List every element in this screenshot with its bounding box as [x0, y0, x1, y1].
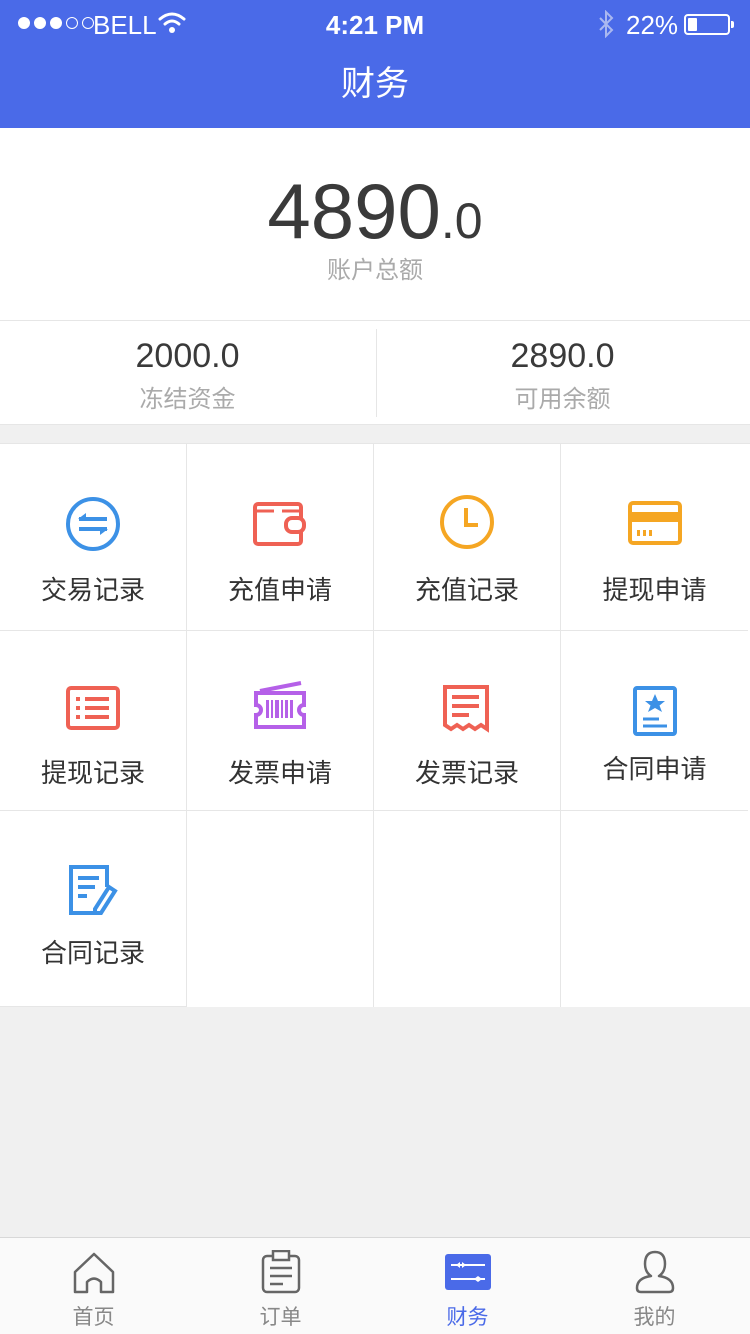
menu-item-contract-application[interactable]: 合同申请 [561, 631, 748, 811]
frozen-funds: 2000.0 冻结资金 [0, 321, 375, 425]
exchange-icon [66, 497, 120, 551]
account-total-amount: 4890.0 [0, 166, 750, 257]
bluetooth-icon [599, 10, 614, 38]
tab-label: 财务 [446, 1305, 489, 1329]
list-icon [66, 686, 120, 730]
balance-breakdown: 2000.0 冻结资金 2890.0 可用余额 [0, 320, 750, 425]
available-balance: 2890.0 可用余额 [375, 321, 750, 425]
card-icon [627, 501, 682, 545]
app-header: BELL 4:21 PM 22% 财务 [0, 0, 750, 128]
contract-star-icon [632, 686, 677, 736]
account-total-integer: 4890 [267, 167, 441, 255]
menu-item-label: 提现申请 [602, 576, 707, 606]
user-icon [635, 1250, 674, 1294]
tab-home[interactable]: 首页 [0, 1238, 187, 1334]
account-total-decimal: .0 [440, 193, 483, 249]
finance-icon [444, 1254, 491, 1290]
receipt-icon [443, 685, 489, 733]
menu-item-label: 发票申请 [227, 759, 332, 789]
menu-item-transaction-records[interactable]: 交易记录 [0, 444, 187, 631]
available-balance-label: 可用余额 [514, 385, 611, 413]
status-bar: BELL 4:21 PM 22% [0, 0, 750, 48]
clipboard-icon [261, 1250, 300, 1294]
tab-orders[interactable]: 订单 [187, 1238, 374, 1334]
page-title: 财务 [341, 64, 409, 104]
menu-item-label: 发票记录 [414, 759, 519, 789]
menu-item-withdraw-records[interactable]: 提现记录 [0, 631, 187, 811]
account-total-label: 账户总额 [327, 256, 423, 284]
tab-label: 首页 [72, 1305, 115, 1329]
account-total-panel: 4890.0 账户总额 [0, 128, 750, 320]
tab-label: 我的 [633, 1305, 676, 1329]
menu-item-label: 交易记录 [40, 576, 145, 606]
battery-percent: 22% [626, 10, 679, 40]
frozen-funds-value: 2000.0 [135, 337, 240, 375]
ticket-icon [254, 681, 306, 729]
menu-empty-cell [187, 811, 374, 1007]
tab-finance[interactable]: 财务 [374, 1238, 561, 1334]
available-balance-value: 2890.0 [510, 337, 615, 375]
tab-label: 订单 [259, 1305, 302, 1329]
menu-item-label: 合同申请 [602, 755, 707, 785]
contract-edit-icon [69, 865, 118, 915]
menu-item-withdraw-application[interactable]: 提现申请 [561, 444, 748, 631]
menu-item-invoice-records[interactable]: 发票记录 [374, 631, 561, 811]
finance-menu-grid: 交易记录 充值申请 充值记录 提现申请 提现记录 发票申请 发票记录 合同申请 … [0, 443, 750, 1007]
tab-me[interactable]: 我的 [561, 1238, 748, 1334]
battery-icon [684, 14, 734, 35]
menu-item-label: 充值申请 [227, 576, 332, 606]
bottom-tab-bar: 首页 订单 财务 我的 [0, 1237, 750, 1334]
wallet-icon [253, 502, 306, 546]
menu-item-label: 合同记录 [40, 939, 145, 969]
menu-item-recharge-records[interactable]: 充值记录 [374, 444, 561, 631]
clock-icon [440, 495, 494, 549]
menu-item-contract-records[interactable]: 合同记录 [0, 811, 187, 1007]
menu-item-invoice-application[interactable]: 发票申请 [187, 631, 374, 811]
home-icon [73, 1252, 114, 1294]
menu-item-label: 提现记录 [40, 759, 145, 789]
menu-empty-cell [561, 811, 748, 1007]
menu-item-label: 充值记录 [414, 576, 519, 606]
menu-item-recharge-application[interactable]: 充值申请 [187, 444, 374, 631]
menu-empty-cell [374, 811, 561, 1007]
frozen-funds-label: 冻结资金 [139, 385, 236, 413]
